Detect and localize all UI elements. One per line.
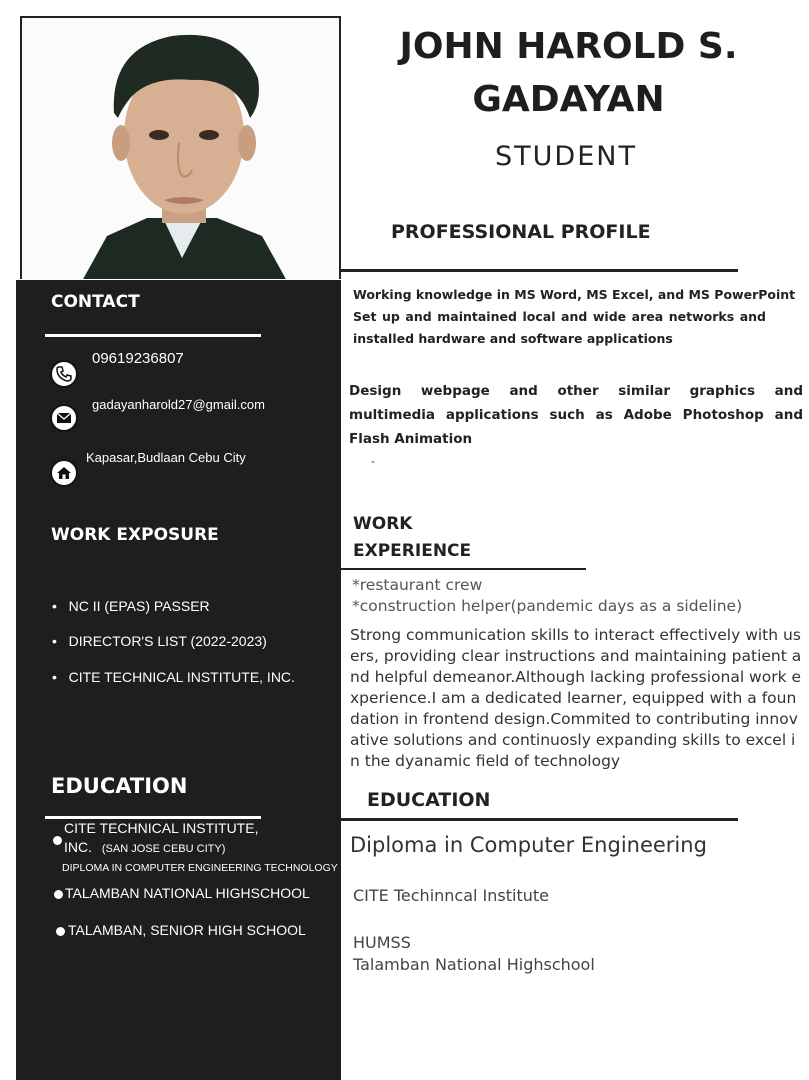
address: Kapasar,Budlaan Cebu City: [86, 450, 246, 465]
profile-photo: [20, 16, 341, 279]
contact-divider: [45, 334, 261, 337]
experience-item-2: *construction helper(pandemic days as a …: [352, 597, 743, 615]
role-title: STUDENT: [495, 141, 637, 172]
email-icon: [50, 404, 78, 432]
bullet-dot: [54, 890, 63, 899]
profile-divider: [341, 269, 738, 272]
bullet-dot: [53, 836, 62, 845]
experience-summary: Strong communication skills to interact …: [350, 626, 802, 770]
full-name: JOHN HAROLD S. GADAYAN: [341, 20, 796, 126]
side-edu-school1-line1: CITE TECHNICAL INSTITUTE,: [64, 820, 259, 836]
phone-number: 09619236807: [92, 350, 184, 367]
name-line1: JOHN HAROLD S.: [399, 26, 738, 67]
education-school1: CITE Techinncal Institute: [353, 886, 549, 905]
profile-skill-office: Working knowledge in MS Word, MS Excel, …: [353, 287, 796, 302]
name-line2: GADAYAN: [472, 79, 665, 120]
profile-skill-design: Design webpage and other similar graphic…: [349, 383, 803, 447]
side-edu-program: DIPLOMA IN COMPUTER ENGINEERING TECHNOLO…: [62, 862, 338, 874]
contact-heading: CONTACT: [51, 292, 140, 312]
profile-skill-network: Set up and maintained local and wide are…: [353, 309, 766, 346]
education-divider: [341, 818, 738, 821]
list-item: • DIRECTOR'S LIST (2022-2023): [52, 633, 267, 649]
experience-item-1: *restaurant crew: [352, 576, 483, 594]
side-edu-school2: TALAMBAN NATIONAL HIGHSCHOOL: [65, 885, 310, 901]
education-strand: HUMSS: [353, 933, 411, 952]
list-item: • NC II (EPAS) PASSER: [52, 598, 210, 614]
phone-icon: [50, 360, 78, 388]
list-item: • CITE TECHNICAL INSTITUTE, INC.: [52, 669, 295, 685]
profile-heading: PROFESSIONAL PROFILE: [391, 221, 651, 243]
education-degree: Diploma in Computer Engineering: [350, 833, 707, 857]
stray-mark: -: [371, 454, 375, 468]
side-edu-school3: TALAMBAN, SENIOR HIGH SCHOOL: [68, 922, 306, 938]
side-edu-school1-line2: INC. (SAN JOSE CEBU CITY): [64, 839, 226, 855]
work-experience-heading: WORK EXPERIENCE: [353, 511, 471, 565]
work-heading-line2: EXPERIENCE: [353, 541, 472, 561]
education-heading: EDUCATION: [367, 789, 491, 811]
work-exposure-heading: WORK EXPOSURE: [51, 525, 219, 545]
side-edu-school1-location: (SAN JOSE CEBU CITY): [101, 843, 226, 855]
side-education-heading: EDUCATION: [51, 774, 188, 798]
email-address: gadayanharold27@gmail.com: [92, 397, 265, 412]
work-heading-line1: WORK: [353, 514, 413, 534]
work-experience-divider: [341, 568, 586, 570]
bullet-dot: [56, 927, 65, 936]
education-school2: Talamban National Highschool: [353, 955, 595, 974]
home-icon: [50, 459, 78, 487]
side-education-divider: [45, 816, 261, 819]
